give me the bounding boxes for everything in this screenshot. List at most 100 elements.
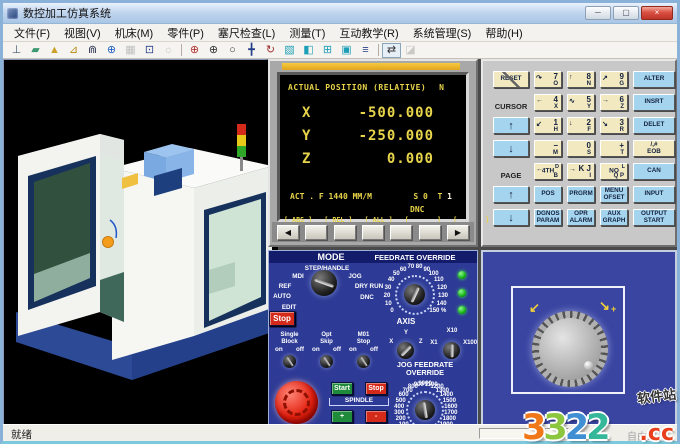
minimize-button[interactable]: ─	[585, 6, 611, 20]
close-button[interactable]: ×	[641, 6, 673, 20]
mode-selector-knob[interactable]	[311, 270, 337, 296]
axis-z-label: Z	[302, 151, 310, 167]
key-can[interactable]: CAN	[633, 163, 675, 180]
softkey-5[interactable]	[419, 225, 441, 240]
key-input[interactable]: INPUT	[633, 186, 675, 203]
spindle-group-label: SPINDLE	[329, 398, 389, 406]
menu-item-9[interactable]: 帮助(H)	[478, 24, 529, 42]
key-eob[interactable]: /,#EOB	[633, 140, 675, 157]
emergency-stop-button[interactable]	[275, 381, 318, 424]
app-icon	[7, 8, 18, 19]
key-dgnos-param[interactable]: DGNOSPARAM	[534, 209, 562, 226]
key-5-y[interactable]: ∿5Y	[567, 94, 595, 111]
softkey-left[interactable]: ◀	[277, 225, 299, 240]
workpiece-clamp-icon[interactable]: ⊥	[7, 43, 26, 58]
key-9-g[interactable]: ↗9G	[600, 71, 628, 88]
menu-item-5[interactable]: 塞尺检查(L)	[211, 24, 282, 42]
machine-3d-view[interactable]	[3, 59, 268, 427]
key-no-lqp[interactable]: LNOQ P	[600, 163, 628, 180]
dial-value: 300	[394, 410, 404, 416]
tool-mount-icon[interactable]: ▲	[45, 43, 64, 58]
side-view-icon[interactable]: ⊞	[318, 43, 337, 58]
key-output-start[interactable]: OUTPUTSTART	[633, 209, 675, 226]
feedrate-override-knob[interactable]	[404, 284, 425, 305]
key-minus-m[interactable]: −M	[534, 140, 562, 157]
axis-select-knob[interactable]	[397, 342, 414, 359]
key-insrt[interactable]: INSRT	[633, 94, 675, 111]
key-6-z[interactable]: →6Z	[600, 94, 628, 111]
menu-item-1[interactable]: 文件(F)	[7, 24, 57, 42]
front-view-icon[interactable]: ◧	[299, 43, 318, 58]
menu-item-2[interactable]: 视图(V)	[57, 24, 108, 42]
menu-item-3[interactable]: 机床(M)	[108, 24, 161, 42]
view-orientation-icon[interactable]: ⊕	[102, 43, 121, 58]
simulate-record-icon[interactable]: ◪	[401, 43, 420, 58]
switch-knob-2[interactable]	[320, 355, 333, 368]
menu-item-4[interactable]: 零件(P)	[160, 24, 211, 42]
monitor-icon[interactable]: ⊡	[140, 43, 159, 58]
key-7-o[interactable]: ↷7O	[534, 71, 562, 88]
switch-knob-1[interactable]	[283, 355, 296, 368]
probe-setup-icon[interactable]: ⊿	[64, 43, 83, 58]
menu-item-8[interactable]: 系统管理(S)	[406, 24, 479, 42]
binoculars-icon[interactable]: ⋒	[83, 43, 102, 58]
key-alter[interactable]: ALTER	[633, 71, 675, 88]
key-plus-t[interactable]: +T	[600, 140, 628, 157]
key-prgrm[interactable]: PRGRM	[567, 186, 595, 203]
key-kji[interactable]: →K JI	[567, 163, 595, 180]
spindle-plus-button[interactable]: +	[331, 410, 353, 423]
key-menu-ofset[interactable]: MENUOFSET	[600, 186, 628, 203]
key-aux-graph[interactable]: AUXGRAPH	[600, 209, 628, 226]
jog-feedrate-knob[interactable]	[415, 400, 435, 420]
softkey-3[interactable]	[362, 225, 384, 240]
switch-single-block: SingleBlockonoff	[271, 332, 308, 368]
crt-n-field: N	[439, 83, 444, 92]
key-4th-b[interactable]: ←D4THB	[534, 163, 562, 180]
page-label: PAGE	[493, 163, 529, 180]
key-pos[interactable]: POS	[534, 186, 562, 203]
pan-icon[interactable]: ╋	[242, 43, 261, 58]
key-4-x[interactable]: ←4X	[534, 94, 562, 111]
maximize-button[interactable]: ▢	[613, 6, 639, 20]
key-page-up[interactable]: ↑	[493, 186, 529, 203]
eraser-icon[interactable]: ▰	[26, 43, 45, 58]
handle-multiplier-knob[interactable]	[443, 342, 460, 359]
key-8-n[interactable]: ↑8N	[567, 71, 595, 88]
top-view-icon[interactable]: ▣	[337, 43, 356, 58]
cycle-stop-button[interactable]: Stop	[269, 311, 295, 326]
key-opr-alarm[interactable]: OPRALARM	[567, 209, 595, 226]
iso-view-icon[interactable]: ▧	[280, 43, 299, 58]
work-light-icon[interactable]: ☼	[159, 43, 178, 58]
handwheel[interactable]	[532, 311, 608, 387]
spindle-minus-button[interactable]: -	[365, 410, 387, 423]
softkey-right[interactable]: ▶	[447, 225, 469, 240]
key-1-h[interactable]: ↙1H	[534, 117, 562, 134]
zoom-in-icon[interactable]: ⊕	[204, 43, 223, 58]
key-page-down[interactable]: ↓	[493, 209, 529, 226]
toggle-panel-icon[interactable]: ⇄	[382, 43, 401, 58]
axis-y-value: -250.000	[326, 128, 434, 144]
view-list-icon[interactable]: ≡	[356, 43, 375, 58]
menu-item-6[interactable]: 测量(T)	[282, 24, 332, 42]
dial-value: 100	[429, 271, 439, 277]
softkey-1[interactable]	[305, 225, 327, 240]
toolbar-separator	[378, 44, 379, 56]
key-cursor-down[interactable]: ↓	[493, 140, 529, 157]
key-2-f[interactable]: ↓2F	[567, 117, 595, 134]
key-3-r[interactable]: ↘3R	[600, 117, 628, 134]
zoom-window-icon[interactable]: ⊕	[185, 43, 204, 58]
spindle-start-button[interactable]: Start	[331, 382, 353, 395]
menu-item-7[interactable]: 互动教学(R)	[332, 24, 405, 42]
spindle-stop-button[interactable]: Stop	[365, 382, 387, 395]
key-0-s[interactable]: 0S	[567, 140, 595, 157]
machine-room-icon[interactable]: ▦	[121, 43, 140, 58]
switch-knob-3[interactable]	[357, 355, 370, 368]
softkey-2[interactable]	[334, 225, 356, 240]
key-delet[interactable]: DELET	[633, 117, 675, 134]
zoom-dynamic-icon[interactable]: ○	[223, 43, 242, 58]
key-cursor-up[interactable]: ↑	[493, 117, 529, 134]
softkey-4[interactable]	[390, 225, 412, 240]
rotate-view-icon[interactable]: ↻	[261, 43, 280, 58]
window-title: 数控加工仿真系统	[23, 5, 111, 21]
key-reset[interactable]: RESET	[493, 71, 529, 88]
